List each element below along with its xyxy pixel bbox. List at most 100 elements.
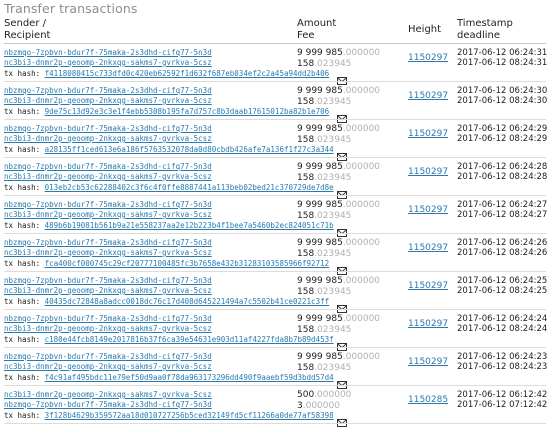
block-height-link[interactable]: 1150297 — [408, 167, 448, 178]
deadline-value: 2017-06-12 08:24:29 — [457, 134, 548, 144]
amount-integer: 9 999 985 — [297, 124, 343, 134]
block-height-link[interactable]: 1150297 — [408, 319, 448, 330]
envelope-icon[interactable] — [337, 412, 347, 427]
tx-hash-line: tx hash: f4118080415c733dfd0c420eb62592f… — [4, 68, 329, 79]
recipient-address-link[interactable]: nc3bi3-dnmr2p-qeoomp-2nkxqg-sakms7-gvrkv… — [4, 209, 212, 220]
deadline-value: 2017-06-12 08:24:27 — [457, 210, 548, 220]
block-height-link[interactable]: 1150297 — [408, 357, 448, 368]
envelope-icon[interactable] — [337, 298, 347, 313]
tx-hash-link[interactable]: 40435dc72848a8adcc0018dc76c17d408d645221… — [45, 297, 329, 306]
recipient-address-link[interactable]: nc3bi3-dnmr2p-qeoomp-2nkxqg-sakms7-gvrkv… — [4, 95, 212, 106]
fee-integer: 158 — [297, 173, 315, 183]
tx-hash-label: tx hash: — [4, 259, 41, 268]
block-height-link[interactable]: 1150297 — [408, 91, 448, 102]
amount-integer: 9 999 985 — [297, 314, 343, 324]
amount-fraction: .000000 — [342, 276, 381, 286]
envelope-icon[interactable] — [337, 374, 347, 389]
amount-integer: 500 — [297, 390, 315, 400]
tx-hash-link[interactable]: f4c91af495bdc11e79ef50d9aa0f78da96317329… — [45, 373, 334, 382]
fee-integer: 158 — [297, 363, 315, 373]
envelope-icon[interactable] — [337, 260, 347, 275]
fee-fraction: .023945 — [314, 59, 352, 69]
table-row: nbzmqo-7zpbvn-bdur7f-75maka-2s3dhd-cifq7… — [0, 234, 550, 275]
envelope-icon[interactable] — [337, 222, 347, 237]
page-title: Transfer transactions — [4, 1, 138, 16]
tx-hash-line: tx hash: c180e44fcb8149e2017816b37f6ca39… — [4, 334, 334, 345]
tx-hash-line: tx hash: f4c91af495bdc11e79ef50d9aa0f78d… — [4, 372, 334, 383]
block-height-link[interactable]: 1150297 — [408, 205, 448, 216]
deadline-value: 2017-06-12 08:24:28 — [457, 172, 548, 182]
tx-hash-line: tx hash: 3f128b4629b359572aa18d010727256… — [4, 410, 334, 421]
fee-fraction: .023945 — [314, 211, 352, 221]
amount-integer: 9 999 985 — [297, 238, 343, 248]
deadline-value: 2017-06-12 08:24:24 — [457, 324, 548, 334]
amount-fraction: .000000 — [342, 314, 381, 324]
fee-value: 158.023945 — [297, 173, 351, 184]
envelope-icon[interactable] — [337, 70, 347, 85]
header-amount-fee: Amount Fee — [297, 18, 337, 41]
header-sender-recipient: Sender / Recipient — [4, 18, 51, 41]
recipient-address-link[interactable]: nc3bi3-dnmr2p-qeoomp-2nkxqg-sakms7-gvrkv… — [4, 247, 212, 258]
amount-value: 9 999 985.000000 — [297, 314, 380, 325]
recipient-address-link[interactable]: nc3bi3-dnmr2p-qeoomp-2nkxqg-sakms7-gvrkv… — [4, 57, 212, 68]
table-row: nbzmqo-7zpbvn-bdur7f-75maka-2s3dhd-cifq7… — [0, 44, 550, 85]
tx-hash-link[interactable]: 9de75c13d92e3c3e1f4ebb5308b195fa7d757c8b… — [45, 107, 329, 116]
fee-value: 158.023945 — [297, 363, 351, 374]
table-row: nbzmqo-7zpbvn-bdur7f-75maka-2s3dhd-cifq7… — [0, 120, 550, 161]
fee-integer: 158 — [297, 97, 315, 107]
fee-value: 158.023945 — [297, 287, 351, 298]
fee-integer: 158 — [297, 287, 315, 297]
tx-hash-link[interactable]: fca400cf000745c29cf20777100485fc3b7658e4… — [45, 259, 329, 268]
fee-integer: 158 — [297, 249, 315, 259]
tx-hash-link[interactable]: 013eb2cb53c62288402c3f6c4f0ffe8887441a11… — [45, 183, 334, 192]
block-height-link[interactable]: 1150285 — [408, 395, 448, 406]
deadline-value: 2017-06-12 08:24:31 — [457, 58, 548, 68]
envelope-icon[interactable] — [337, 146, 347, 161]
tx-hash-label: tx hash: — [4, 411, 41, 420]
block-height-link[interactable]: 1150297 — [408, 129, 448, 140]
block-height-link[interactable]: 1150297 — [408, 281, 448, 292]
deadline-value: 2017-06-12 08:24:25 — [457, 286, 548, 296]
fee-fraction: .023945 — [314, 249, 352, 259]
recipient-address-link[interactable]: nc3bi3-dnmr2p-qeoomp-2nkxqg-sakms7-gvrkv… — [4, 323, 212, 334]
recipient-address-link[interactable]: nbzmqo-7zpbvn-bdur7f-75maka-2s3dhd-cifq7… — [4, 399, 212, 410]
tx-hash-label: tx hash: — [4, 183, 41, 192]
tx-hash-link[interactable]: 489b6b19081b561b9a21e558237aa2e12b223b4f… — [45, 221, 334, 230]
fee-value: 158.023945 — [297, 135, 351, 146]
tx-hash-line: tx hash: a28135ff1ced613e6a186f576353207… — [4, 144, 334, 155]
tx-hash-link[interactable]: c180e44fcb8149e2017816b37f6ca39e54631e90… — [45, 335, 334, 344]
envelope-icon[interactable] — [337, 184, 347, 199]
header-height: Height — [408, 24, 442, 35]
tx-hash-link[interactable]: a28135ff1ced613e6a186f5763532078da0d80cb… — [45, 145, 334, 154]
amount-fraction: .000000 — [342, 86, 381, 96]
recipient-address-link[interactable]: nc3bi3-dnmr2p-qeoomp-2nkxqg-sakms7-gvrkv… — [4, 361, 212, 372]
fee-value: 158.023945 — [297, 211, 351, 222]
fee-value: 158.023945 — [297, 59, 351, 70]
block-height-link[interactable]: 1150297 — [408, 53, 448, 64]
fee-value: 158.023945 — [297, 325, 351, 336]
tx-hash-label: tx hash: — [4, 221, 41, 230]
amount-value: 9 999 985.000000 — [297, 200, 380, 211]
amount-integer: 9 999 985 — [297, 162, 343, 172]
amount-fraction: .000000 — [314, 390, 352, 400]
fee-fraction: .023945 — [314, 135, 352, 145]
table-row: nbzmqo-7zpbvn-bdur7f-75maka-2s3dhd-cifq7… — [0, 82, 550, 123]
envelope-icon[interactable] — [337, 108, 347, 123]
recipient-address-link[interactable]: nc3bi3-dnmr2p-qeoomp-2nkxqg-sakms7-gvrkv… — [4, 285, 212, 296]
amount-value: 500.000000 — [297, 390, 351, 401]
amount-integer: 9 999 985 — [297, 352, 343, 362]
amount-integer: 9 999 985 — [297, 48, 343, 58]
fee-integer: 158 — [297, 135, 315, 145]
envelope-icon[interactable] — [337, 336, 347, 351]
block-height-link[interactable]: 1150297 — [408, 243, 448, 254]
recipient-address-link[interactable]: nc3bi3-dnmr2p-qeoomp-2nkxqg-sakms7-gvrkv… — [4, 171, 212, 182]
amount-fraction: .000000 — [342, 124, 381, 134]
amount-integer: 9 999 985 — [297, 200, 343, 210]
amount-value: 9 999 985.000000 — [297, 48, 380, 59]
amount-value: 9 999 985.000000 — [297, 238, 380, 249]
tx-hash-link[interactable]: 3f128b4629b359572aa18d010727256b5ced3214… — [45, 411, 334, 420]
recipient-address-link[interactable]: nc3bi3-dnmr2p-qeoomp-2nkxqg-sakms7-gvrkv… — [4, 133, 212, 144]
fee-fraction: .023945 — [314, 287, 352, 297]
tx-hash-link[interactable]: f4118080415c733dfd0c420eb62592f1d632f687… — [45, 69, 329, 78]
fee-integer: 158 — [297, 325, 315, 335]
